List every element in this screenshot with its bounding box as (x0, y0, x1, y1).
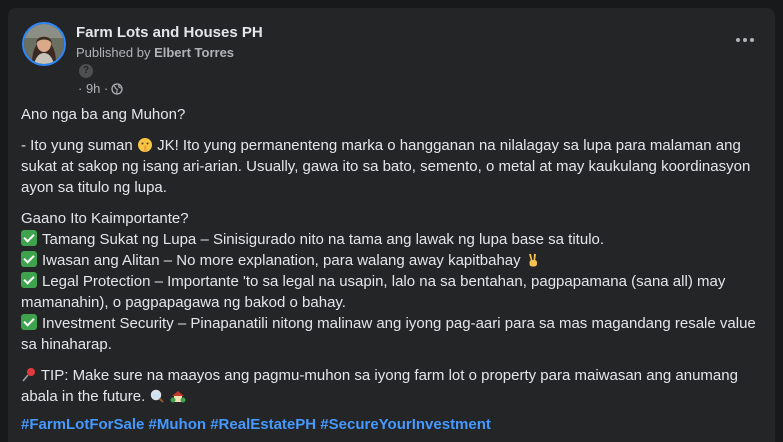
list-item-text: Investment Security – Pinapanatili niton… (21, 315, 756, 353)
answer-text-start: - Ito yung suman (21, 137, 137, 154)
check-mark-icon (21, 230, 37, 246)
hashtag-link[interactable]: #FarmLotForSale (21, 416, 144, 433)
importance-heading: Gaano Ito Kaimportante? (21, 210, 189, 227)
list-item-text: Tamang Sukat ng Lupa – Sinisigurado nito… (42, 231, 605, 248)
tip-text: TIP: Make sure na maayos ang pagmu-muhon… (21, 367, 738, 405)
shushing-face-icon (137, 138, 152, 152)
list-item: Investment Security – Pinapanatili niton… (21, 313, 761, 355)
author-name-link[interactable]: Elbert Torres (154, 45, 234, 60)
list-item-text: Legal Protection – Importante 'to sa leg… (21, 273, 726, 311)
hashtag-link[interactable]: #Muhon (149, 416, 207, 433)
list-item: Iwasan ang Alitan – No more explanation,… (21, 250, 761, 271)
post-timestamp[interactable]: · 9h · (78, 81, 108, 96)
post-answer: - Ito yung suman JK! Ito yung permanente… (21, 135, 761, 198)
post-meta: · 9h · (78, 81, 123, 96)
list-item: Tamang Sukat ng Lupa – Sinisigurado nito… (21, 229, 761, 250)
list-item-text: Iwasan ang Alitan – No more explanation,… (42, 252, 525, 269)
published-prefix: Published by (76, 45, 151, 60)
hashtag-link[interactable]: #RealEstatePH (210, 416, 316, 433)
more-dot (736, 38, 740, 42)
post-body: Ano nga ba ang Muhon? - Ito yung suman J… (21, 104, 761, 435)
help-icon[interactable]: ? (79, 64, 93, 78)
pushpin-icon (22, 368, 35, 382)
check-mark-icon (21, 251, 37, 267)
check-mark-icon (21, 314, 37, 330)
globe-icon[interactable] (111, 82, 123, 95)
check-mark-icon (21, 272, 37, 288)
victory-hand-icon (528, 254, 537, 267)
list-item: Legal Protection – Importante 'to sa leg… (21, 271, 761, 313)
hashtag-list: #FarmLotForSale #Muhon #RealEstatePH #Se… (21, 414, 761, 435)
page-name-link[interactable]: Farm Lots and Houses PH (76, 24, 263, 41)
tip-paragraph: TIP: Make sure na maayos ang pagmu-muhon… (21, 365, 761, 407)
post-card: Farm Lots and Houses PH Published by Elb… (8, 8, 775, 442)
house-with-garden-icon (170, 391, 186, 403)
more-options-button[interactable] (729, 30, 761, 50)
more-dot (750, 38, 754, 42)
post-header: Farm Lots and Houses PH Published by Elb… (22, 22, 761, 102)
page-avatar[interactable] (22, 22, 66, 66)
more-dot (743, 38, 747, 42)
magnifying-glass-icon (151, 389, 165, 403)
published-by-line: Published by Elbert Torres (76, 45, 234, 60)
avatar-image (24, 24, 64, 64)
post-question: Ano nga ba ang Muhon? (21, 106, 186, 123)
hashtag-link[interactable]: #SecureYourInvestment (320, 416, 491, 433)
